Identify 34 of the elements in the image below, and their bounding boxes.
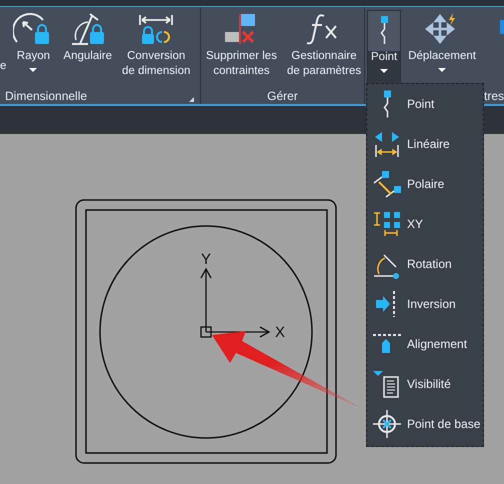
ribbon-button[interactable]: Déplacement — [405, 10, 479, 86]
ribbon-button[interactable]: Conversion de dimension — [119, 10, 194, 86]
panel-title: Gérer — [267, 89, 298, 104]
ribbon-button[interactable]: Rayon — [10, 10, 56, 86]
point-icon — [380, 15, 389, 45]
menu-item[interactable]: Alignement — [367, 324, 468, 364]
x-axis-arrow — [206, 326, 270, 338]
base-point-icon — [372, 409, 402, 439]
menu-item[interactable]: Point de base — [367, 404, 480, 444]
menu-item[interactable]: Point — [367, 84, 434, 124]
menu-item[interactable]: Rotation — [367, 244, 452, 284]
menu-item[interactable]: XY — [367, 204, 424, 244]
caret-icon — [438, 68, 446, 72]
ribbon-button[interactable]: Gestionnaire de paramètres — [284, 10, 364, 86]
caret-icon — [380, 69, 388, 73]
visibility-icon — [372, 369, 402, 399]
menu-item[interactable]: Linéaire — [367, 124, 450, 164]
ribbon-button[interactable]: e — [0, 10, 6, 86]
xy-icon — [372, 209, 402, 239]
ribbon-button[interactable]: Supprimer les contraintes — [203, 10, 280, 86]
axis-label: Y — [201, 251, 211, 268]
caret-icon — [29, 68, 38, 72]
menu-item[interactable]: Visibilité — [367, 364, 451, 404]
ribbon-button[interactable]: Angulaire — [60, 10, 115, 86]
polar-icon — [372, 169, 402, 199]
y-axis-arrow — [200, 268, 212, 332]
panel-title: Dimensionnelle — [5, 89, 88, 104]
menu-item[interactable]: Inversion — [367, 284, 456, 324]
menu-item[interactable]: Polaire — [367, 164, 444, 204]
axis-label: X — [275, 324, 285, 341]
point-icon — [382, 90, 392, 118]
origin-marker — [200, 326, 212, 338]
panel-title: tres — [484, 89, 504, 104]
ribbon-button[interactable]: Point — [367, 10, 402, 86]
